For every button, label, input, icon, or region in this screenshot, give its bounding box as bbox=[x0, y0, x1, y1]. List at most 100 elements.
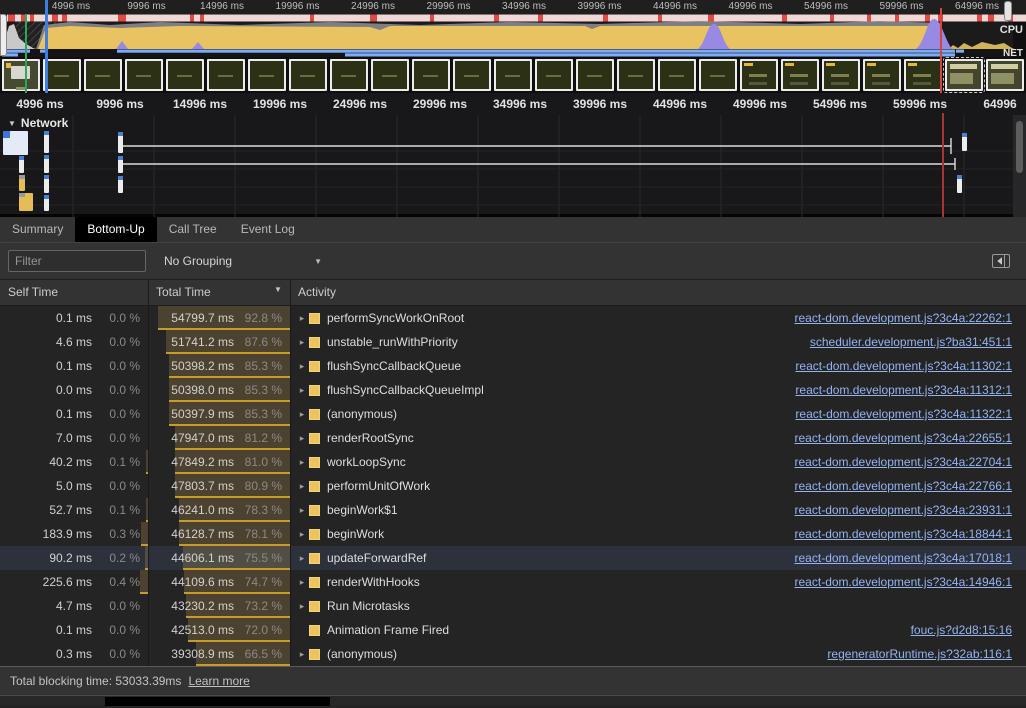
expand-arrow-icon[interactable] bbox=[295, 649, 309, 660]
table-row[interactable]: 52.7 ms 0.1 % 46241.0 ms 78.3 % beginWor… bbox=[0, 498, 1026, 522]
filmstrip-thumbnail[interactable] bbox=[535, 59, 573, 91]
table-row[interactable]: 7.0 ms 0.0 % 47947.0 ms 81.2 % renderRoo… bbox=[0, 426, 1026, 450]
scrollbar-thumb[interactable] bbox=[1016, 121, 1023, 173]
activity-label: performSyncWorkOnRoot bbox=[327, 311, 464, 325]
self-time-column-header[interactable]: Self Time bbox=[8, 285, 58, 299]
expand-arrow-icon[interactable] bbox=[295, 337, 309, 348]
tab-summary[interactable]: Summary bbox=[0, 217, 75, 242]
filmstrip-thumbnail[interactable] bbox=[822, 59, 860, 91]
filmstrip-thumbnail[interactable] bbox=[617, 59, 655, 91]
table-row[interactable]: 225.6 ms 0.4 % 44109.6 ms 74.7 % renderW… bbox=[0, 570, 1026, 594]
expand-arrow-icon[interactable] bbox=[295, 433, 309, 444]
table-row[interactable]: 40.2 ms 0.1 % 47849.2 ms 81.0 % workLoop… bbox=[0, 450, 1026, 474]
table-row[interactable]: 0.3 ms 0.0 % 39308.9 ms 66.5 % (anonymou… bbox=[0, 642, 1026, 666]
table-row[interactable]: 90.2 ms 0.2 % 44606.1 ms 75.5 % updateFo… bbox=[0, 546, 1026, 570]
total-time-column-header[interactable]: Total Time bbox=[156, 285, 211, 299]
network-scrollbar[interactable] bbox=[1013, 115, 1026, 217]
filmstrip-thumbnail[interactable] bbox=[740, 59, 778, 91]
total-time-cell: 50398.0 ms 85.3 % bbox=[148, 378, 290, 402]
total-time-cell: 42513.0 ms 72.0 % bbox=[148, 618, 290, 642]
expand-arrow-icon[interactable] bbox=[295, 361, 309, 372]
source-link[interactable]: regeneratorRuntime.js?32ab:116:1 bbox=[827, 647, 1026, 661]
filmstrip bbox=[0, 57, 1026, 93]
filmstrip-thumbnail[interactable] bbox=[43, 59, 81, 91]
collapse-triangle-icon[interactable]: ▼ bbox=[8, 119, 16, 128]
filmstrip-thumbnail[interactable] bbox=[986, 59, 1024, 91]
activity-label: flushSyncCallbackQueueImpl bbox=[327, 383, 484, 397]
tab-call-tree[interactable]: Call Tree bbox=[157, 217, 229, 242]
table-row[interactable]: 4.7 ms 0.0 % 43230.2 ms 73.2 % Run Micro… bbox=[0, 594, 1026, 618]
source-link[interactable]: react-dom.development.js?3c4a:11322:1 bbox=[795, 407, 1026, 421]
filmstrip-thumbnail[interactable] bbox=[289, 59, 327, 91]
selection-handle-left[interactable] bbox=[0, 14, 7, 56]
expand-arrow-icon[interactable] bbox=[295, 385, 309, 396]
filmstrip-thumbnail[interactable] bbox=[945, 59, 983, 91]
source-link[interactable]: react-dom.development.js?3c4a:23931:1 bbox=[795, 503, 1026, 517]
source-link[interactable]: react-dom.development.js?3c4a:22262:1 bbox=[795, 311, 1026, 325]
filmstrip-thumbnail[interactable] bbox=[207, 59, 245, 91]
source-link[interactable]: react-dom.development.js?3c4a:11312:1 bbox=[795, 383, 1026, 397]
source-link[interactable]: scheduler.development.js?ba31:451:1 bbox=[810, 335, 1026, 349]
filter-input[interactable] bbox=[8, 250, 146, 272]
filmstrip-thumbnail[interactable] bbox=[2, 59, 40, 91]
source-link[interactable]: react-dom.development.js?3c4a:22704:1 bbox=[795, 455, 1026, 469]
source-link[interactable]: fouc.js?d2d8:15:16 bbox=[911, 623, 1026, 637]
source-link[interactable]: react-dom.development.js?3c4a:17018:1 bbox=[795, 551, 1026, 565]
tab-bottom-up[interactable]: Bottom-Up bbox=[75, 217, 156, 242]
expand-arrow-icon[interactable] bbox=[295, 505, 309, 516]
filmstrip-thumbnail[interactable] bbox=[781, 59, 819, 91]
expand-arrow-icon[interactable] bbox=[295, 481, 309, 492]
source-link[interactable]: react-dom.development.js?3c4a:11302:1 bbox=[795, 359, 1026, 373]
table-row[interactable]: 0.1 ms 0.0 % 50397.9 ms 85.3 % (anonymou… bbox=[0, 402, 1026, 426]
total-time-value: 44109.6 ms bbox=[171, 575, 234, 589]
filmstrip-thumbnail[interactable] bbox=[248, 59, 286, 91]
activity-cell: beginWork$1 react-dom.development.js?3c4… bbox=[290, 498, 1026, 522]
filmstrip-thumbnail[interactable] bbox=[412, 59, 450, 91]
table-row[interactable]: 0.1 ms 0.0 % 54799.7 ms 92.8 % performSy… bbox=[0, 306, 1026, 330]
timeline-overview[interactable]: 4996 ms9996 ms14996 ms19996 ms24996 ms29… bbox=[0, 0, 1026, 93]
filmstrip-thumbnail[interactable] bbox=[904, 59, 942, 91]
timeline-detail[interactable]: ▼ Network bbox=[0, 93, 1026, 217]
filmstrip-thumbnail[interactable] bbox=[494, 59, 532, 91]
table-row[interactable]: 0.1 ms 0.0 % 50398.2 ms 85.3 % flushSync… bbox=[0, 354, 1026, 378]
table-row[interactable]: 0.1 ms 0.0 % 42513.0 ms 72.0 % Animation… bbox=[0, 618, 1026, 642]
filmstrip-thumbnail[interactable] bbox=[84, 59, 122, 91]
source-link[interactable]: react-dom.development.js?3c4a:22766:1 bbox=[795, 479, 1026, 493]
table-row[interactable]: 183.9 ms 0.3 % 46128.7 ms 78.1 % beginWo… bbox=[0, 522, 1026, 546]
filmstrip-thumbnail[interactable] bbox=[166, 59, 204, 91]
grouping-dropdown[interactable]: No Grouping ▼ bbox=[164, 254, 322, 268]
show-details-button[interactable] bbox=[992, 254, 1010, 268]
activity-cell: unstable_runWithPriority scheduler.devel… bbox=[290, 330, 1026, 354]
table-row[interactable]: 5.0 ms 0.0 % 47803.7 ms 80.9 % performUn… bbox=[0, 474, 1026, 498]
expand-arrow-icon[interactable] bbox=[295, 529, 309, 540]
learn-more-link[interactable]: Learn more bbox=[188, 674, 249, 688]
source-link[interactable]: react-dom.development.js?3c4a:14946:1 bbox=[795, 575, 1026, 589]
expand-arrow-icon[interactable] bbox=[295, 553, 309, 564]
filmstrip-thumbnail[interactable] bbox=[658, 59, 696, 91]
expand-arrow-icon[interactable] bbox=[295, 409, 309, 420]
table-row[interactable]: 0.0 ms 0.0 % 50398.0 ms 85.3 % flushSync… bbox=[0, 378, 1026, 402]
filmstrip-thumbnail[interactable] bbox=[863, 59, 901, 91]
filmstrip-thumbnail[interactable] bbox=[453, 59, 491, 91]
filmstrip-thumbnail[interactable] bbox=[576, 59, 614, 91]
filmstrip-thumbnail[interactable] bbox=[330, 59, 368, 91]
expand-arrow-icon[interactable] bbox=[295, 601, 309, 612]
selection-handle-right[interactable] bbox=[1004, 1, 1012, 21]
network-section-label: Network bbox=[21, 116, 68, 130]
tab-event-log[interactable]: Event Log bbox=[229, 217, 307, 242]
table-row[interactable]: 4.6 ms 0.0 % 51741.2 ms 87.6 % unstable_… bbox=[0, 330, 1026, 354]
expand-arrow-icon[interactable] bbox=[295, 313, 309, 324]
activity-column-header[interactable]: Activity bbox=[298, 285, 336, 299]
expand-arrow-icon[interactable] bbox=[295, 457, 309, 468]
filmstrip-thumbnail[interactable] bbox=[125, 59, 163, 91]
source-link[interactable]: react-dom.development.js?3c4a:18844:1 bbox=[795, 527, 1026, 541]
table-header[interactable]: Self Time Total Time ▼ Activity bbox=[0, 280, 1026, 306]
filmstrip-thumbnail[interactable] bbox=[371, 59, 409, 91]
expand-arrow-icon[interactable] bbox=[295, 577, 309, 588]
self-time-cell: 0.1 ms 0.0 % bbox=[0, 354, 148, 378]
source-link[interactable]: react-dom.development.js?3c4a:22655:1 bbox=[795, 431, 1026, 445]
network-section-header[interactable]: ▼ Network bbox=[8, 116, 68, 130]
filmstrip-thumbnail[interactable] bbox=[699, 59, 737, 91]
network-requests[interactable] bbox=[3, 131, 967, 211]
self-time-value: 0.1 ms bbox=[56, 359, 92, 373]
